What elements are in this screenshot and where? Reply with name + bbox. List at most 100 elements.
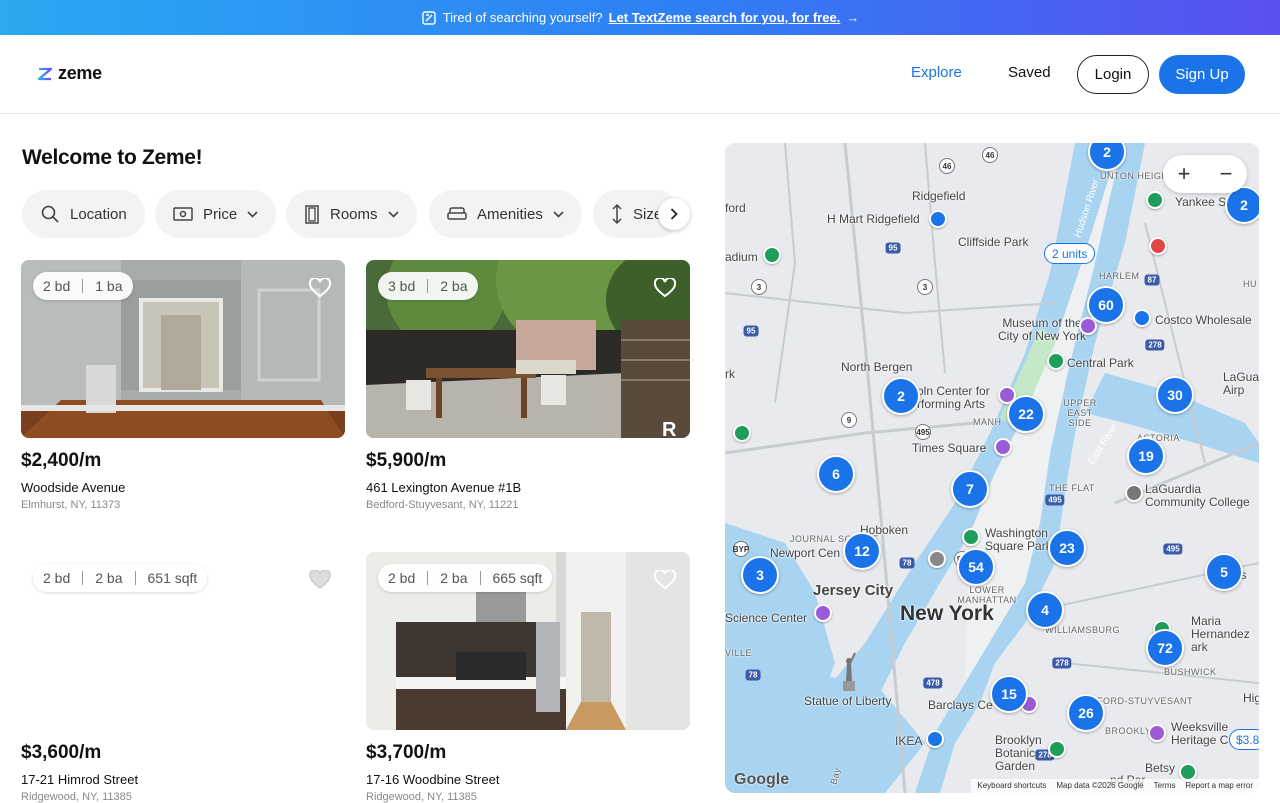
banner-link[interactable]: Let TextZeme search for you, for free. [609, 10, 841, 25]
map-units-pill[interactable]: 2 units [1044, 243, 1096, 264]
map-label-highland: Highlar [1243, 691, 1259, 705]
filter-amenities[interactable]: Amenities [429, 190, 582, 238]
listing-card[interactable]: R 3 bd 2 ba $5,900/m 461 Lexington Avenu… [366, 260, 690, 511]
map-cluster[interactable]: 15 [990, 675, 1028, 713]
map-label-upper-east: UPPER EAST SIDE [1063, 398, 1097, 428]
map-label-north-bergen: North Bergen [841, 360, 913, 374]
login-button[interactable]: Login [1077, 55, 1149, 94]
route-shield: 3 [917, 279, 933, 295]
route-shield: 3 [751, 279, 767, 295]
nav-saved[interactable]: Saved [1008, 64, 1051, 81]
stadium-icon[interactable] [1146, 191, 1164, 209]
map-cluster[interactable]: 2 [882, 377, 920, 415]
baths-count: 2 ba [95, 570, 123, 586]
map-attribution: Keyboard shortcuts Map data ©2026 Google… [971, 779, 1259, 793]
signup-button[interactable]: Sign Up [1159, 55, 1245, 94]
beds-count: 3 bd [388, 278, 416, 294]
school-icon[interactable] [1125, 484, 1143, 502]
filter-bar: Location Price Rooms Amenities Size [22, 190, 690, 238]
map-data-text: Map data ©2026 Google [1056, 781, 1144, 790]
filter-price[interactable]: Price [155, 190, 277, 238]
map-cluster[interactable]: 22 [1007, 395, 1045, 433]
map-cluster[interactable]: 5 [1205, 553, 1243, 591]
heart-icon[interactable] [654, 570, 676, 590]
listing-card[interactable]: 2 bd 2 ba 651 sqft $3,600/m 17-21 Himrod… [21, 552, 345, 803]
landmark-icon[interactable] [994, 438, 1012, 456]
statue-of-liberty-icon [843, 652, 856, 691]
map-cluster[interactable]: 4 [1026, 591, 1064, 629]
museum-icon[interactable] [1148, 724, 1166, 742]
map-label-williamsburg: WILLIAMSBURG [1045, 625, 1121, 635]
map-cluster[interactable]: 3 [741, 556, 779, 594]
baths-count: 2 ba [440, 570, 468, 586]
baths-count: 2 ba [440, 278, 468, 294]
map-cluster[interactable]: 6 [817, 455, 855, 493]
park-icon[interactable] [1047, 352, 1065, 370]
map-cluster[interactable]: 54 [957, 548, 995, 586]
route-shield: 495 [1045, 494, 1065, 506]
zoom-in-button[interactable]: + [1178, 163, 1191, 185]
garden-icon[interactable] [1048, 740, 1066, 758]
map-zoom-controls: + − [1163, 155, 1247, 193]
listing-city: Ridgewood, NY, 11385 [21, 791, 132, 803]
map-label-ville: VILLE [725, 648, 753, 658]
map-cluster[interactable]: 30 [1156, 376, 1194, 414]
report-error-link[interactable]: Report a map error [1185, 781, 1253, 791]
transit-icon[interactable] [928, 550, 946, 568]
route-shield: 46 [982, 147, 998, 163]
terms-link[interactable]: Terms [1154, 781, 1176, 791]
map-label-museum: Museum of the City of New York [997, 316, 1087, 343]
map-label-bushwick: BUSHWICK [1164, 667, 1217, 677]
map-price-pill[interactable]: $3.8 [1229, 729, 1259, 750]
shopping-bag-icon[interactable] [1133, 309, 1151, 327]
hospital-icon[interactable] [1149, 237, 1167, 255]
map-cluster[interactable]: 12 [843, 532, 881, 570]
filter-location[interactable]: Location [22, 190, 145, 238]
heart-icon[interactable] [309, 278, 331, 298]
logo[interactable]: zeme [36, 63, 102, 84]
filters-scroll-right-button[interactable] [658, 198, 690, 230]
listing-photo[interactable]: R 3 bd 2 ba [366, 260, 690, 438]
map-cluster[interactable]: 19 [1127, 437, 1165, 475]
listing-price: $2,400/m [21, 450, 102, 471]
beds-count: 2 bd [43, 278, 71, 294]
park-icon[interactable] [962, 528, 980, 546]
filter-amenities-label: Amenities [477, 205, 543, 223]
map-cluster[interactable]: 26 [1067, 694, 1105, 732]
sqft-count: 665 sqft [492, 570, 543, 586]
listing-specs: 2 bd 2 ba 651 sqft [33, 564, 208, 592]
listing-specs: 2 bd 1 ba [33, 272, 133, 300]
filter-rooms[interactable]: Rooms [286, 190, 417, 238]
heart-icon[interactable] [309, 570, 331, 590]
banner-text: Tired of searching yourself? [442, 10, 603, 25]
filter-price-label: Price [203, 205, 238, 223]
park-icon[interactable] [733, 424, 751, 442]
route-shield: 95 [885, 242, 901, 254]
listing-photo[interactable]: 2 bd 1 ba [21, 260, 345, 438]
listing-card[interactable]: 2 bd 1 ba $2,400/m Woodside Avenue Elmhu… [21, 260, 345, 511]
map-cluster[interactable]: 23 [1048, 529, 1086, 567]
map-cluster[interactable]: 60 [1087, 286, 1125, 324]
map-cluster[interactable]: 72 [1146, 629, 1184, 667]
listings-map[interactable]: Ridgefield H Mart Ridgefield Cliffside P… [725, 143, 1259, 793]
map-label-ikea: IKEA [895, 734, 923, 748]
promo-banner[interactable]: Tired of searching yourself? Let TextZem… [0, 0, 1280, 35]
listing-street: Woodside Avenue [21, 480, 126, 495]
keyboard-shortcuts-link[interactable]: Keyboard shortcuts [977, 781, 1046, 791]
zoom-out-button[interactable]: − [1220, 163, 1233, 185]
listing-photo[interactable]: 2 bd 2 ba 651 sqft [21, 552, 345, 730]
nav-explore[interactable]: Explore [911, 64, 962, 81]
museum-icon[interactable] [814, 604, 832, 622]
zeme-logo-icon [37, 67, 53, 80]
listing-photo[interactable]: 2 bd 2 ba 665 sqft [366, 552, 690, 730]
map-label-jersey-city: Jersey City [813, 582, 894, 599]
listing-card[interactable]: 2 bd 2 ba 665 sqft $3,700/m 17-16 Woodbi… [366, 552, 690, 803]
store-icon[interactable] [926, 730, 944, 748]
map-cluster[interactable]: 7 [951, 470, 989, 508]
beds-count: 2 bd [43, 570, 71, 586]
stadium-icon[interactable] [763, 246, 781, 264]
listing-specs: 3 bd 2 ba [378, 272, 478, 300]
shopping-cart-icon[interactable] [929, 210, 947, 228]
heart-icon[interactable] [654, 278, 676, 298]
map-label-lincoln: oln Center for rforming Arts [917, 384, 990, 411]
